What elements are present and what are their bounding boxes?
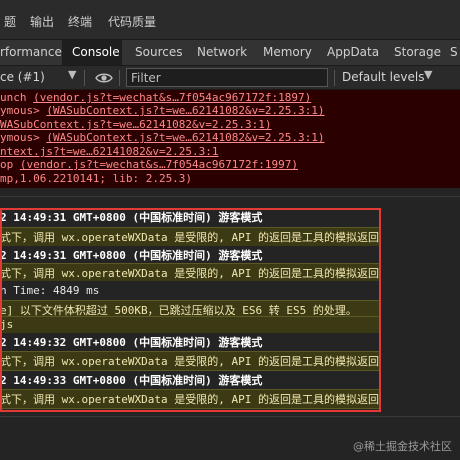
source-link[interactable]: ntext.js?t=we…62141082&v=2.25.3:1 <box>0 145 219 158</box>
menu-item-0[interactable]: 题 <box>4 13 16 30</box>
source-link[interactable]: (WASubContext.js?t=we…62141082&v=2.25.3:… <box>46 104 324 117</box>
stack-line: ymous> (WASubContext.js?t=we…62141082&v=… <box>0 131 325 144</box>
watermark: @稀土掘金技术社区 <box>353 440 452 453</box>
console-toolbar: ce (#1) ▼ Default levels ▼ <box>0 66 460 90</box>
top-menu-bar: 题 输出 终端 代码质量 <box>0 0 460 40</box>
eye-icon[interactable] <box>95 70 113 86</box>
stack-line: unch (vendor.js?t=wechat&s…7f054ac967172… <box>0 91 312 104</box>
toolbar-divider <box>84 70 85 86</box>
context-selector[interactable]: ce (#1) <box>0 70 45 84</box>
stack-line: WASubContext.js?t=we…62141082&v=2.25.3:1… <box>0 118 272 131</box>
stack-line: ymous> (WASubContext.js?t=we…62141082&v=… <box>0 104 325 117</box>
tab-performance[interactable]: rformance <box>0 40 62 65</box>
toolbar-divider <box>334 70 335 86</box>
stack-line: mp,1.06.2210141; lib: 2.25.3) <box>0 172 193 185</box>
chevron-down-icon[interactable]: ▼ <box>424 68 432 81</box>
menu-item-code-quality[interactable]: 代码质量 <box>108 13 156 30</box>
source-link[interactable]: (vendor.js?t=wechat&s…7f054ac967172f:199… <box>20 158 298 171</box>
log-divider <box>0 416 460 417</box>
tab-overflow[interactable]: S <box>450 40 458 65</box>
chevron-down-icon[interactable]: ▼ <box>68 68 76 81</box>
log-divider <box>0 196 460 197</box>
source-link[interactable]: (WASubContext.js?t=we…62141082&v=2.25.3:… <box>46 131 324 144</box>
error-stack-trace: unch (vendor.js?t=wechat&s…7f054ac967172… <box>0 90 460 188</box>
tab-sources[interactable]: Sources <box>135 40 182 65</box>
highlight-box <box>0 208 381 412</box>
tab-console[interactable]: Console <box>62 40 122 65</box>
stack-line: op (vendor.js?t=wechat&s…7f054ac967172f:… <box>0 158 299 171</box>
tab-memory[interactable]: Memory <box>263 40 312 65</box>
source-link[interactable]: (vendor.js?t=wechat&s…7f054ac967172f:189… <box>33 91 311 104</box>
tab-network[interactable]: Network <box>197 40 247 65</box>
tab-appdata[interactable]: AppData <box>327 40 379 65</box>
source-link[interactable]: WASubContext.js?t=we…62141082&v=2.25.3:1… <box>0 118 272 131</box>
filter-input[interactable] <box>126 68 328 87</box>
menu-item-terminal[interactable]: 终端 <box>68 13 92 30</box>
toolbar-divider <box>119 70 120 86</box>
tab-storage[interactable]: Storage <box>394 40 441 65</box>
devtools-tab-strip: rformance Console Sources Network Memory… <box>0 40 460 66</box>
menu-item-output[interactable]: 输出 <box>30 13 54 30</box>
log-levels-dropdown[interactable]: Default levels <box>342 70 424 84</box>
stack-line: ntext.js?t=we…62141082&v=2.25.3:1 <box>0 145 219 158</box>
